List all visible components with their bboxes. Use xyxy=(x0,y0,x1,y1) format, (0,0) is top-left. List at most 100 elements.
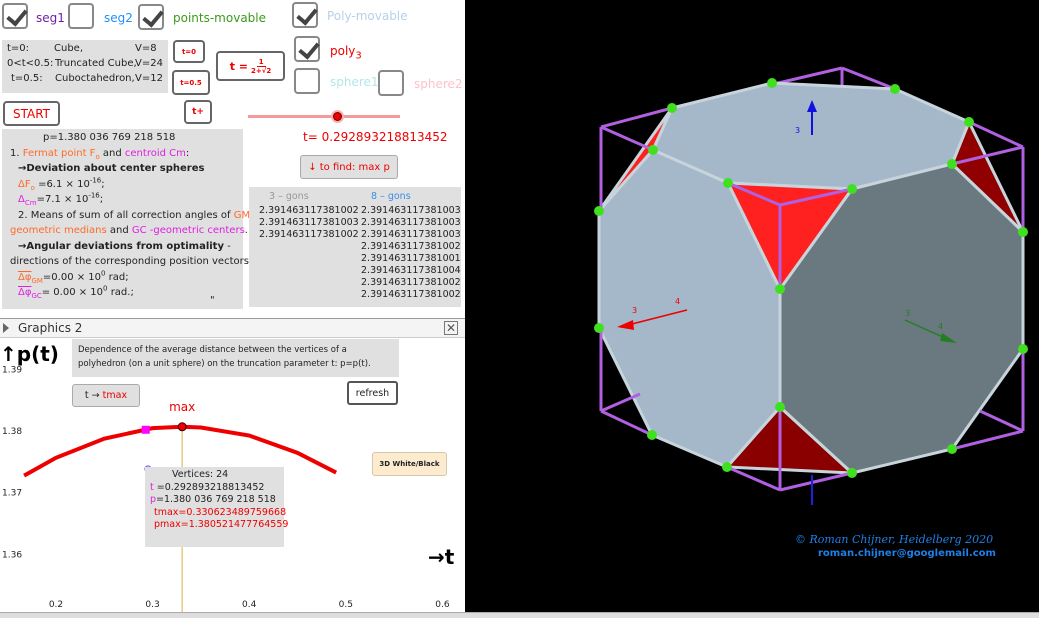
t-formula-button[interactable]: t = 1 2+√2 xyxy=(216,51,285,81)
max-label: max xyxy=(169,400,195,414)
start-button[interactable]: START xyxy=(3,101,60,126)
vertex-point xyxy=(767,78,777,88)
line-medians: geometric medians and GC -geometric cent… xyxy=(10,225,248,236)
x-axis-label: →t xyxy=(428,545,455,569)
line-fermat: 1. Fermat point Fo and centroid Cm: xyxy=(10,147,190,161)
t-to-tmax-button[interactable]: t → tmax xyxy=(72,384,140,407)
formula-den: 2+√2 xyxy=(251,66,272,75)
t: Δ xyxy=(18,194,25,205)
axis-label: 3 xyxy=(795,126,800,135)
vertex-point xyxy=(647,430,657,440)
vertex-point xyxy=(723,178,733,188)
delta-f: ΔFo =6.1 × 10-16; xyxy=(18,176,105,192)
poly3-text: poly xyxy=(330,44,356,58)
t-slider-thumb[interactable] xyxy=(331,110,344,123)
formula-num: 1 xyxy=(256,57,266,67)
poly-movable-checkbox[interactable] xyxy=(292,2,318,28)
info-box: t=0: Cube, V=8 0<t<0.5: Truncated Cube, … xyxy=(2,40,168,93)
t: -16 xyxy=(89,176,102,185)
y-tick-label: 1.36 xyxy=(2,550,22,560)
gons-table: 3 – gons 8 – gons 2.391463117381002 2.391… xyxy=(249,187,461,307)
t: Cm xyxy=(24,199,37,207)
t-slider-track[interactable] xyxy=(248,115,400,118)
gons-value: 2.391463117381003 xyxy=(361,217,461,228)
poly3-sub: 3 xyxy=(355,50,362,62)
line-means: 2. Means of sum of all correction angles… xyxy=(10,208,254,224)
vertex-point xyxy=(847,468,857,478)
sphere2-checkbox[interactable] xyxy=(378,70,404,96)
x-tick-label: 0.4 xyxy=(242,600,257,610)
t05-button[interactable]: t=0.5 xyxy=(172,70,210,95)
t: ΔF xyxy=(18,178,31,190)
t: -16 xyxy=(88,191,100,200)
deviation-heading: →Deviation about center spheres xyxy=(18,163,205,174)
info-v: V=8 xyxy=(135,43,157,54)
axis-label: 4 xyxy=(675,297,680,306)
axis-label: 3 xyxy=(632,306,637,315)
sphere2-label: sphere2 xyxy=(414,77,463,91)
vertex-point xyxy=(890,84,900,94)
t: tmax xyxy=(102,390,128,401)
p-value: p=1.380 036 769 218 518 xyxy=(43,132,176,143)
x-tick-label: 0.3 xyxy=(145,600,159,610)
t0-button[interactable]: t=0 xyxy=(173,40,205,63)
info-shape: Cuboctahedron, xyxy=(55,73,135,84)
gons8-column: 2.391463117381003 2.391463117381003 2.3914… xyxy=(361,205,461,301)
white-black-button[interactable]: 3D White/Black xyxy=(372,452,447,476)
poly-movable-label: Poly-movable xyxy=(327,9,408,23)
line-directions: directions of the corresponding position… xyxy=(10,256,253,267)
expand-triangle-icon[interactable] xyxy=(3,323,9,333)
delta-cm: ΔCm=7.1 × 10-16; xyxy=(18,191,104,207)
credit-email: roman.chijner@googlemail.com xyxy=(818,548,996,559)
t: t → xyxy=(84,390,100,401)
gons-value: 2.391463117381003 xyxy=(259,217,359,228)
gons-value: 2.391463117381002 xyxy=(361,289,461,300)
points-movable-checkbox[interactable] xyxy=(138,4,164,30)
gons-value: 2.391463117381002 xyxy=(361,241,461,252)
info-shape: Cube, xyxy=(54,43,83,54)
gons-value: 2.391463117381004 xyxy=(361,265,461,276)
pmax-value: pmax=1.380521477764559 xyxy=(154,519,289,530)
x-tick-label: 0.5 xyxy=(339,600,353,610)
t: GM xyxy=(31,276,43,285)
find-max-button[interactable]: ↓ to find: max p xyxy=(300,155,398,179)
seg1-checkbox[interactable] xyxy=(2,3,28,29)
poly3-checkbox[interactable] xyxy=(294,36,320,62)
gons-value: 2.391463117381002 xyxy=(259,229,359,240)
t: =0.00 × 10 xyxy=(42,271,102,283)
gons3-column: 2.391463117381002 2.391463117381003 2.3914… xyxy=(259,205,359,241)
bottom-bar xyxy=(0,612,1039,618)
info-t: t=0.5: xyxy=(11,73,43,84)
close-icon[interactable]: ✕ xyxy=(444,321,458,335)
t: centroid Cm xyxy=(124,147,186,159)
gons-value: 2.391463117381001 xyxy=(361,253,461,264)
gons-value: 2.391463117381002 xyxy=(361,277,461,288)
t: and xyxy=(106,225,132,236)
t-value-label: t= 0.292893218813452 xyxy=(303,130,448,144)
info-v: V=12 xyxy=(135,73,163,84)
gons-value: 2.391463117381003 xyxy=(361,229,461,240)
t-plus-button[interactable]: t+ xyxy=(184,100,212,124)
seg2-checkbox[interactable] xyxy=(68,3,94,29)
vertices-box: Vertices: 24 t =0.292893218813452 p=1.38… xyxy=(145,467,289,547)
info-v: V=24 xyxy=(135,58,163,69)
x-tick-label: 0.6 xyxy=(435,600,450,610)
t: GC xyxy=(31,292,42,300)
current-point xyxy=(141,425,150,434)
t: - xyxy=(223,240,231,252)
vertex-point xyxy=(1018,344,1028,354)
vertex-point xyxy=(722,462,732,472)
t: Fermat point F xyxy=(22,147,96,159)
sphere1-checkbox[interactable] xyxy=(294,68,320,94)
vertex-point xyxy=(947,159,957,169)
y-tick-label: 1.38 xyxy=(2,427,22,437)
formula-lhs: t = xyxy=(229,59,249,73)
vertex-point xyxy=(648,145,658,155)
vertex-point xyxy=(775,402,785,412)
t: Δφ xyxy=(18,271,32,283)
max-point xyxy=(177,422,187,432)
refresh-button[interactable]: refresh xyxy=(347,381,398,405)
info-t: t=0: xyxy=(7,43,30,54)
phi-gm: ΔφGM=0.00 × 100 rad; xyxy=(10,270,243,286)
view-3d[interactable]: 3 4 3 3 4 © Roman Chijner, Heidelberg 2020 r… xyxy=(465,0,1039,612)
